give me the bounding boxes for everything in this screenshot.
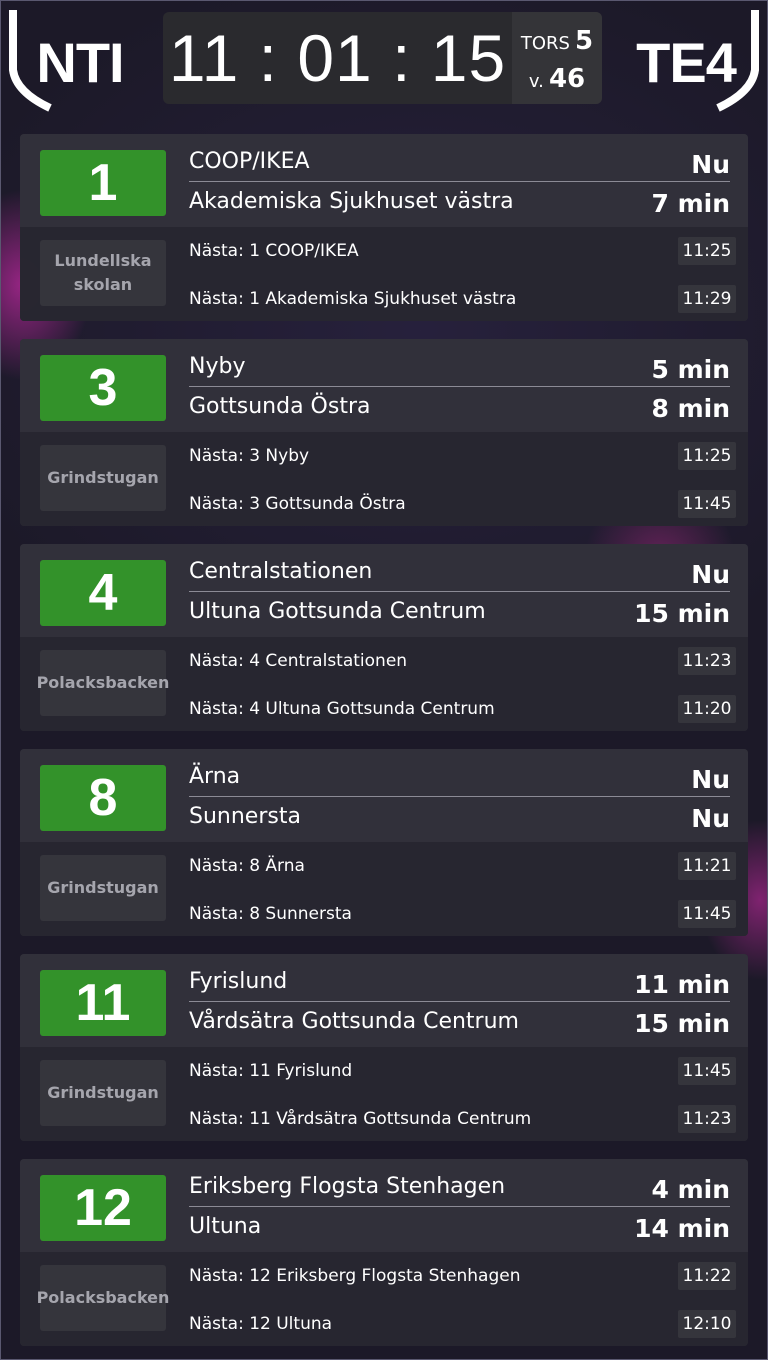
- next-departure: Nästa: 3 Nyby: [189, 446, 310, 466]
- line-badge: 12: [40, 1175, 166, 1241]
- line-badge: 11: [40, 970, 166, 1036]
- departure-card: 4 Centralstationen Nu Ultuna Gottsunda C…: [20, 544, 748, 731]
- next-departure: Nästa: 8 Ärna: [189, 856, 305, 876]
- next-departure-time: 11:45: [678, 490, 736, 518]
- eta-secondary: 7 min: [651, 189, 730, 218]
- nti-logo: NTI: [8, 8, 140, 112]
- departure-card-next: Grindstugan Nästa: 3 Nyby 11:25 Nästa: 3…: [20, 432, 748, 526]
- nti-logo-text: NTI: [36, 31, 124, 94]
- eta-primary: Nu: [691, 765, 730, 794]
- day-number: 5: [575, 26, 594, 56]
- departure-card-main: 12 Eriksberg Flogsta Stenhagen 4 min Ult…: [20, 1159, 748, 1252]
- divider: [189, 591, 730, 592]
- departure-card: 11 Fyrislund 11 min Vårdsätra Gottsunda …: [20, 954, 748, 1141]
- next-departure-time: 11:21: [678, 852, 736, 880]
- stop-name: Lundellska skolan: [40, 240, 166, 306]
- line-badge: 3: [40, 355, 166, 421]
- divider: [189, 181, 730, 182]
- departure-card-next: Grindstugan Nästa: 11 Fyrislund 11:45 Nä…: [20, 1047, 748, 1141]
- destination-secondary: Ultuna: [189, 1214, 262, 1239]
- departure-card-next: Polacksbacken Nästa: 12 Eriksberg Flogst…: [20, 1252, 748, 1346]
- clock-panel: 11 : 01 : 15 TORS 5 v. 46: [163, 12, 602, 104]
- stop-name: Grindstugan: [40, 445, 166, 511]
- departure-card: 1 COOP/IKEA Nu Akademiska Sjukhuset väst…: [20, 134, 748, 321]
- eta-primary: 4 min: [651, 1175, 730, 1204]
- eta-primary: 11 min: [634, 970, 730, 999]
- next-departure: Nästa: 1 Akademiska Sjukhuset västra: [189, 289, 517, 309]
- eta-primary: Nu: [691, 560, 730, 589]
- destination-primary: Ärna: [189, 764, 241, 789]
- destination-primary: COOP/IKEA: [189, 149, 310, 174]
- eta-secondary: 15 min: [634, 1009, 730, 1038]
- stop-name: Polacksbacken: [37, 650, 169, 716]
- stop-name: Grindstugan: [40, 855, 166, 921]
- departure-card: 3 Nyby 5 min Gottsunda Östra 8 min Grind…: [20, 339, 748, 526]
- departure-card-main: 8 Ärna Nu Sunnersta Nu: [20, 749, 748, 842]
- departure-card-next: Lundellska skolan Nästa: 1 COOP/IKEA 11:…: [20, 227, 748, 321]
- divider: [189, 1001, 730, 1002]
- next-departure: Nästa: 11 Fyrislund: [189, 1061, 353, 1081]
- destination-primary: Centralstationen: [189, 559, 373, 584]
- day-indicator: TORS 5: [512, 26, 602, 56]
- next-departure-time: 11:23: [678, 1105, 736, 1133]
- departure-card-next: Polacksbacken Nästa: 4 Centralstationen …: [20, 637, 748, 731]
- date-panel: TORS 5 v. 46: [512, 12, 602, 104]
- te4-logo: TE4: [628, 8, 760, 112]
- next-departure: Nästa: 11 Vårdsätra Gottsunda Centrum: [189, 1109, 532, 1129]
- destination-primary: Fyrislund: [189, 969, 288, 994]
- next-departure: Nästa: 4 Centralstationen: [189, 651, 408, 671]
- next-departure-time: 11:45: [678, 900, 736, 928]
- next-departure: Nästa: 12 Eriksberg Flogsta Stenhagen: [189, 1266, 521, 1286]
- next-departure: Nästa: 3 Gottsunda Östra: [189, 494, 406, 514]
- next-departure-time: 11:22: [678, 1262, 736, 1290]
- departure-card: 8 Ärna Nu Sunnersta Nu Grindstugan Nästa…: [20, 749, 748, 936]
- departure-card-next: Grindstugan Nästa: 8 Ärna 11:21 Nästa: 8…: [20, 842, 748, 936]
- destination-primary: Eriksberg Flogsta Stenhagen: [189, 1174, 506, 1199]
- week-number: 46: [548, 64, 586, 94]
- stop-name: Grindstugan: [40, 1060, 166, 1126]
- next-departure-time: 11:29: [678, 285, 736, 313]
- next-departure-time: 11:23: [678, 647, 736, 675]
- divider: [189, 386, 730, 387]
- line-badge: 8: [40, 765, 166, 831]
- eta-secondary: Nu: [691, 804, 730, 833]
- departure-card-main: 11 Fyrislund 11 min Vårdsätra Gottsunda …: [20, 954, 748, 1047]
- next-departure-time: 11:45: [678, 1057, 736, 1085]
- week-indicator: v. 46: [512, 64, 602, 94]
- divider: [189, 796, 730, 797]
- next-departure: Nästa: 12 Ultuna: [189, 1314, 333, 1334]
- destination-secondary: Sunnersta: [189, 804, 301, 829]
- next-departure-time: 11:20: [678, 695, 736, 723]
- destination-secondary: Ultuna Gottsunda Centrum: [189, 599, 486, 624]
- te4-logo-text: TE4: [636, 31, 737, 94]
- departure-card-main: 3 Nyby 5 min Gottsunda Östra 8 min: [20, 339, 748, 432]
- destination-primary: Nyby: [189, 354, 246, 379]
- eta-primary: Nu: [691, 150, 730, 179]
- stop-name: Polacksbacken: [37, 1265, 169, 1331]
- departure-card-main: 4 Centralstationen Nu Ultuna Gottsunda C…: [20, 544, 748, 637]
- next-departure: Nästa: 8 Sunnersta: [189, 904, 352, 924]
- divider: [189, 1206, 730, 1207]
- line-badge: 1: [40, 150, 166, 216]
- header: NTI 11 : 01 : 15 TORS 5 v. 46 TE4: [0, 0, 768, 120]
- line-badge: 4: [40, 560, 166, 626]
- next-departure-time: 12:10: [678, 1310, 736, 1338]
- eta-secondary: 15 min: [634, 599, 730, 628]
- eta-primary: 5 min: [651, 355, 730, 384]
- clock-time: 11 : 01 : 15: [168, 21, 507, 95]
- departure-card: 12 Eriksberg Flogsta Stenhagen 4 min Ult…: [20, 1159, 748, 1346]
- next-departure: Nästa: 1 COOP/IKEA: [189, 241, 359, 261]
- next-departure-time: 11:25: [678, 237, 736, 265]
- next-departure-time: 11:25: [678, 442, 736, 470]
- eta-secondary: 14 min: [634, 1214, 730, 1243]
- day-label: TORS: [520, 33, 570, 54]
- eta-secondary: 8 min: [651, 394, 730, 423]
- destination-secondary: Akademiska Sjukhuset västra: [189, 189, 514, 214]
- departure-card-main: 1 COOP/IKEA Nu Akademiska Sjukhuset väst…: [20, 134, 748, 227]
- next-departure: Nästa: 4 Ultuna Gottsunda Centrum: [189, 699, 495, 719]
- destination-secondary: Gottsunda Östra: [189, 394, 371, 419]
- destination-secondary: Vårdsätra Gottsunda Centrum: [189, 1009, 519, 1034]
- week-label: v.: [528, 71, 544, 92]
